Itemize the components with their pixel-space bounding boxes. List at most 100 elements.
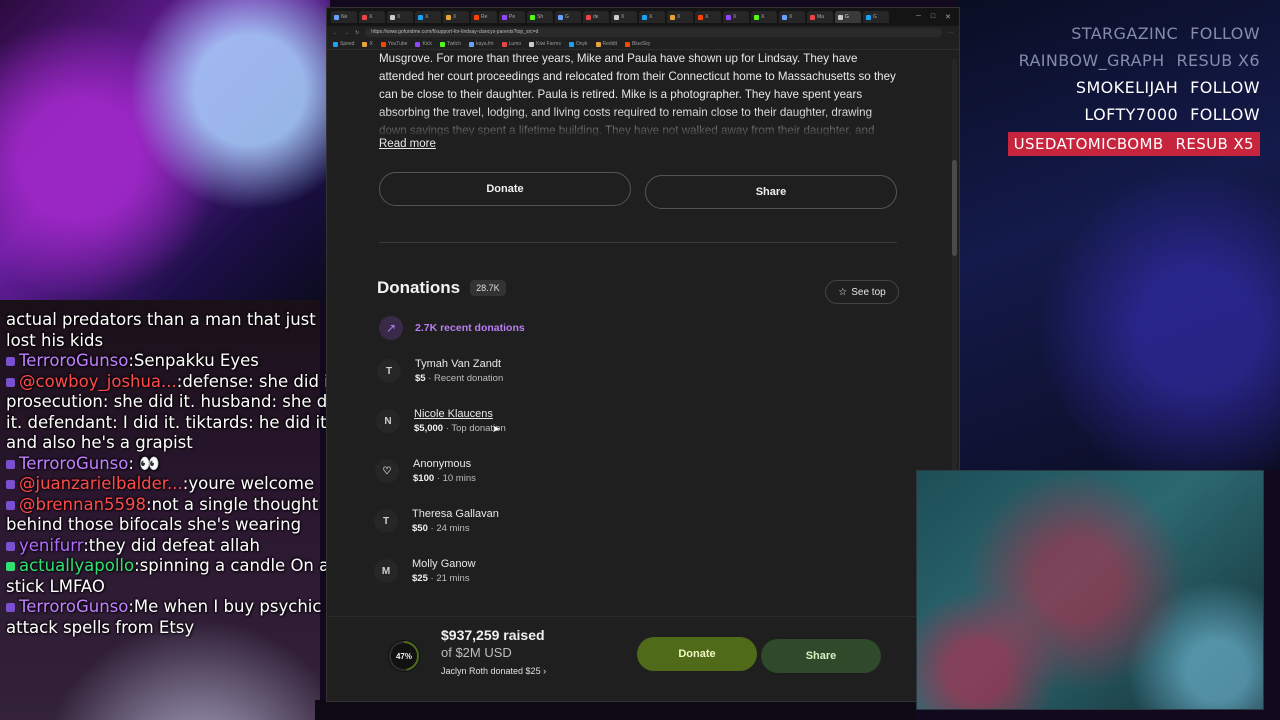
tab-label: Ma bbox=[817, 14, 824, 20]
tab-label: X bbox=[369, 14, 373, 20]
browser-tab[interactable]: X bbox=[443, 11, 469, 23]
chat-badge-icon bbox=[6, 357, 15, 366]
bookmark-label: Speed bbox=[340, 41, 355, 47]
browser-tab[interactable]: G bbox=[835, 11, 861, 23]
tab-favicon-icon bbox=[698, 14, 703, 20]
browser-tab[interactable]: X bbox=[415, 11, 441, 23]
alert-user: LOFTY7000 bbox=[1084, 105, 1179, 124]
tab-favicon-icon bbox=[866, 14, 871, 20]
chat-message: TerroroGunso:Me when I buy psychic attac… bbox=[6, 597, 350, 638]
chat-message: yenifurr:they did defeat allah bbox=[6, 536, 350, 557]
browser-tab[interactable]: X bbox=[751, 11, 777, 23]
read-more-link[interactable]: Read more bbox=[379, 138, 436, 150]
donation-note: Recent donation bbox=[434, 373, 504, 384]
goal-amount: of $2M USD bbox=[441, 645, 512, 660]
chat-text: :youre welcome bbox=[182, 474, 315, 493]
bookmark-item[interactable]: Onyk bbox=[568, 41, 588, 47]
bookmark-label: X bbox=[369, 41, 373, 47]
tab-label: de bbox=[593, 14, 599, 20]
bookmark-favicon-icon bbox=[333, 41, 338, 47]
maximize-icon[interactable]: □ bbox=[931, 13, 935, 21]
star-icon: ☆ bbox=[838, 286, 848, 298]
chat-message: actuallyapollo:spinning a candle On a st… bbox=[6, 556, 350, 597]
donate-button-outline[interactable]: Donate bbox=[379, 172, 631, 206]
browser-tab[interactable]: X bbox=[779, 11, 805, 23]
donate-button[interactable]: Donate bbox=[637, 637, 757, 671]
browser-tab[interactable]: G bbox=[863, 11, 889, 23]
bookmark-label: YouTube bbox=[387, 41, 408, 47]
alert-item: STARGAZINC FOLLOW bbox=[1071, 24, 1260, 43]
address-bar: ← → ↻ https://www.gofundme.com/f/support… bbox=[327, 26, 959, 39]
window-controls: ─ □ ✕ bbox=[916, 13, 955, 21]
see-top-label: See top bbox=[851, 286, 886, 298]
tab-label: Re bbox=[481, 14, 488, 20]
donor-avatar: M bbox=[374, 559, 398, 583]
tab-favicon-icon bbox=[530, 14, 535, 20]
donations-title: Donations bbox=[377, 278, 461, 297]
story-text: Musgrove. For more than three years, Mik… bbox=[379, 50, 901, 140]
donor-name: Anonymous bbox=[413, 458, 472, 470]
bookmark-item[interactable]: Kiwi Farms bbox=[529, 41, 561, 47]
url-input[interactable]: https://www.gofundme.com/f/support-for-l… bbox=[365, 28, 942, 37]
alert-item: USEDATOMICBOMB RESUB X5 bbox=[1007, 132, 1260, 156]
chat-overlay: actual predators than a man that just lo… bbox=[6, 310, 350, 638]
recent-donations-row[interactable]: ↗ 2.7K recent donations bbox=[379, 316, 525, 340]
meta-separator: · bbox=[434, 473, 443, 484]
recent-donation-ticker[interactable]: Jaclyn Roth donated $25 › bbox=[441, 666, 546, 676]
browser-tab[interactable]: X bbox=[359, 11, 385, 23]
donor-meta: $5 · Recent donation bbox=[415, 373, 503, 384]
browser-tab[interactable]: X bbox=[695, 11, 721, 23]
see-top-button[interactable]: ☆ See top bbox=[825, 280, 899, 304]
tab-favicon-icon bbox=[670, 14, 675, 20]
raised-amount: $937,259 raised bbox=[441, 627, 545, 643]
browser-tab[interactable]: Re bbox=[471, 11, 497, 23]
donations-count-badge: 28.7K bbox=[470, 280, 506, 296]
bookmark-item[interactable]: Kick bbox=[415, 41, 432, 47]
tab-favicon-icon bbox=[474, 14, 479, 20]
browser-tab[interactable]: X bbox=[387, 11, 413, 23]
share-button[interactable]: Share bbox=[761, 639, 881, 673]
donor-meta: $50 · 24 mins bbox=[412, 523, 499, 534]
tab-label: G bbox=[845, 14, 849, 20]
tab-favicon-icon bbox=[782, 14, 787, 20]
bookmark-item[interactable]: Lumo bbox=[501, 41, 521, 47]
browser-tab[interactable]: de bbox=[583, 11, 609, 23]
tab-label: G bbox=[565, 14, 569, 20]
tab-label: Pe bbox=[509, 14, 516, 20]
extensions-icon[interactable]: ⋯ bbox=[948, 30, 953, 36]
browser-tab[interactable]: X bbox=[639, 11, 665, 23]
browser-tab[interactable]: Ma bbox=[807, 11, 833, 23]
back-icon[interactable]: ← bbox=[333, 30, 338, 36]
bookmark-item[interactable]: kaya.fm bbox=[469, 41, 494, 47]
browser-tab[interactable]: X bbox=[723, 11, 749, 23]
story-fade bbox=[379, 110, 901, 138]
share-button-outline[interactable]: Share bbox=[645, 175, 897, 209]
browser-tab[interactable]: Sh bbox=[527, 11, 553, 23]
bookmark-item[interactable]: X bbox=[362, 41, 373, 47]
tab-label: X bbox=[397, 14, 401, 20]
browser-tab[interactable]: Pe bbox=[499, 11, 525, 23]
bookmark-item[interactable]: BlueSky bbox=[624, 41, 650, 47]
bookmark-item[interactable]: Speed bbox=[333, 41, 354, 47]
browser-tab[interactable]: X bbox=[667, 11, 693, 23]
chat-username: TerroroGunso bbox=[19, 351, 129, 370]
bookmark-item[interactable]: Twitch bbox=[439, 41, 461, 47]
bookmark-label: kaya.fm bbox=[476, 41, 494, 47]
chat-badge-icon bbox=[6, 377, 15, 387]
browser-tab[interactable]: Ne bbox=[331, 11, 357, 23]
minimize-icon[interactable]: ─ bbox=[916, 13, 921, 21]
chat-message: TerroroGunso: 👀 bbox=[6, 454, 350, 475]
browser-tab[interactable]: G bbox=[555, 11, 581, 23]
scrollbar-thumb[interactable] bbox=[952, 160, 957, 256]
bookmark-item[interactable]: YouTube bbox=[380, 41, 408, 47]
forward-icon[interactable]: → bbox=[344, 30, 349, 36]
donation-amount: $25 bbox=[412, 573, 428, 584]
trending-icon: ↗ bbox=[379, 316, 403, 340]
reload-icon[interactable]: ↻ bbox=[355, 30, 359, 36]
close-icon[interactable]: ✕ bbox=[945, 13, 951, 21]
browser-tab[interactable]: X bbox=[611, 11, 637, 23]
tab-favicon-icon bbox=[418, 14, 423, 20]
alert-action: RESUB X6 bbox=[1176, 51, 1260, 70]
bookmark-item[interactable]: Reddit bbox=[595, 41, 617, 47]
donor-name[interactable]: Nicole Klaucens bbox=[414, 408, 506, 420]
